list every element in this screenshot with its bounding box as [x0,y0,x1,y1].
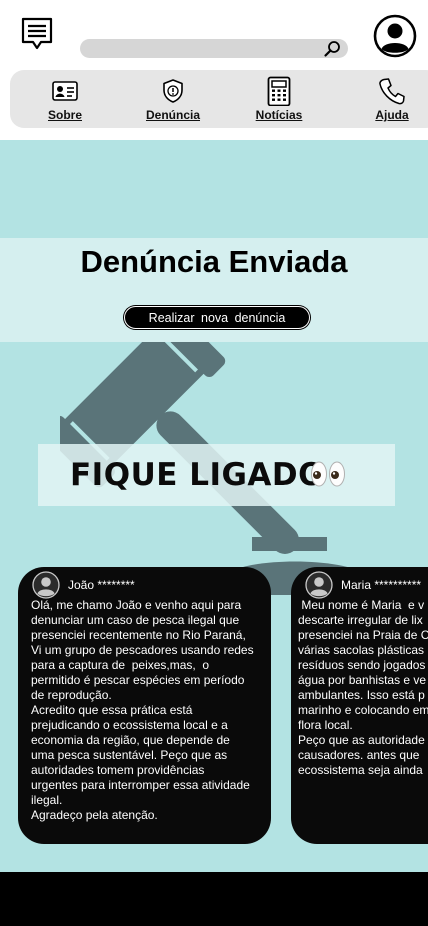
user-avatar-icon [305,571,333,599]
user-avatar-icon [32,571,60,599]
id-card-icon [52,81,78,101]
comment-card: João ******** Olá, me chamo João e venho… [18,567,271,844]
nav-item-ajuda[interactable]: Ajuda [352,76,428,122]
nav-label-denuncia[interactable]: Denúncia [146,108,200,122]
shield-alert-icon [163,79,183,103]
comment-header: Maria ********** [305,571,421,599]
main-nav: Sobre Denúncia Notícias Ajuda [10,70,428,128]
nav-label-sobre[interactable]: Sobre [48,108,82,122]
nav-item-sobre[interactable]: Sobre [25,76,105,122]
nav-item-noticias[interactable]: Notícias [239,76,319,122]
footer-bar [0,872,428,926]
search-bar[interactable] [80,39,348,58]
nav-label-ajuda[interactable]: Ajuda [375,108,408,122]
page-title: Denúncia Enviada [80,244,348,279]
new-report-button[interactable]: Realizar nova denúncia [124,306,310,329]
phone-icon [379,78,405,105]
eyes-icon [311,461,345,487]
search-input[interactable] [90,41,315,56]
comment-author: Maria ********** [341,578,422,592]
comment-card: Maria ********** Meu nome é Maria e v de… [291,567,428,844]
nav-label-noticias[interactable]: Notícias [256,108,303,122]
comment-text: Olá, me chamo João e venho aqui para den… [31,598,254,822]
stay-tuned-panel: FIQUE LIGADO [38,444,395,506]
main-content: Denúncia Enviada Realizar nova denúncia … [0,140,428,872]
stay-tuned-title: FIQUE LIGADO [70,457,326,493]
nav-item-denuncia[interactable]: Denúncia [133,76,213,122]
comment-text: Meu nome é Maria e v descarte irregular … [298,598,428,777]
comment-header: João ******** [32,571,135,599]
user-avatar-icon[interactable] [373,14,417,58]
top-bar [0,0,428,70]
confirmation-banner: Denúncia Enviada Realizar nova denúncia [0,238,428,342]
search-icon[interactable] [323,40,341,58]
calculator-news-icon [267,76,291,106]
comment-author: João ******** [68,578,135,592]
chat-menu-icon[interactable] [20,16,54,52]
